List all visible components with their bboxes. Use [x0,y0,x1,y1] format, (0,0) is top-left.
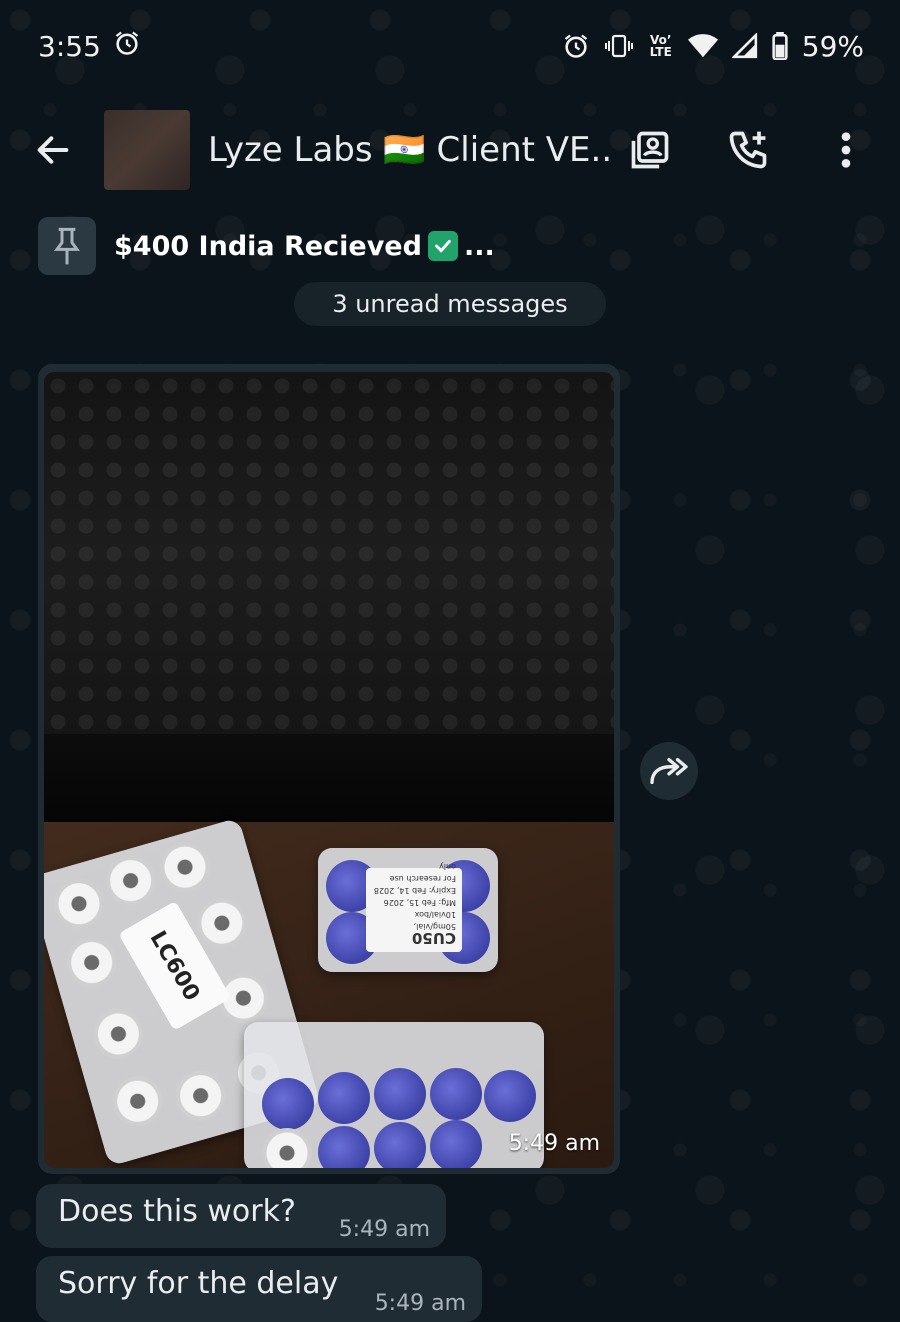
mailer-flap [44,734,614,822]
signal-icon [731,33,758,59]
contact-card-icon [631,131,669,169]
forward-button[interactable] [640,742,698,800]
image-message[interactable]: LC600 CU50 50mg/vial, 10vial/box Mfg: Fe… [38,364,620,1174]
add-call-button[interactable] [724,124,772,176]
more-vert-icon [841,132,851,168]
pinned-message[interactable]: $400 India Recieved ... [0,212,900,280]
alarm-icon [562,32,590,60]
message-text: Does this work? [58,1194,296,1229]
contact-card-button[interactable] [626,124,674,176]
chat-title[interactable]: Lyze Labs 🇮🇳 Client VE... [208,130,612,170]
status-time: 3:55 [38,29,101,63]
message-time: 5:49 am [338,1217,430,1242]
text-message[interactable]: Sorry for the delay 5:49 am [36,1256,482,1322]
alarm-icon [113,29,141,64]
message-text: Sorry for the delay [58,1266,339,1301]
pin-icon [38,217,96,275]
volte-icon: Vo’ LTE [649,33,672,59]
vial-box-cu50: CU50 50mg/vial, 10vial/box Mfg: Feb 15, … [318,848,498,972]
battery-icon [772,32,788,60]
back-button[interactable] [28,125,78,175]
forward-icon [650,757,688,785]
text-message[interactable]: Does this work? 5:49 am [36,1184,446,1248]
message-time: 5:49 am [508,1131,600,1156]
status-bar: 3:55 Vo’ LTE 59% [0,0,900,92]
vial-box-blue [244,1022,544,1168]
unread-messages-divider: 3 unread messages [294,282,606,326]
vibrate-icon [604,32,634,60]
box-label-cu50: CU50 50mg/vial, 10vial/box Mfg: Feb 15, … [366,862,462,952]
more-options-button[interactable] [822,124,870,176]
chat-header: Lyze Labs 🇮🇳 Client VE... [0,104,900,196]
wifi-icon [687,33,718,59]
pinned-ellipsis: ... [463,230,495,262]
add-call-icon [729,131,767,169]
back-arrow-icon [37,136,69,164]
message-photo[interactable]: LC600 CU50 50mg/vial, 10vial/box Mfg: Fe… [44,372,614,1168]
message-time: 5:49 am [374,1291,466,1316]
pinned-text: $400 India Recieved [114,230,422,262]
check-mark-icon [427,231,458,261]
chat-avatar[interactable] [104,110,190,190]
battery-percent: 59% [801,29,864,63]
